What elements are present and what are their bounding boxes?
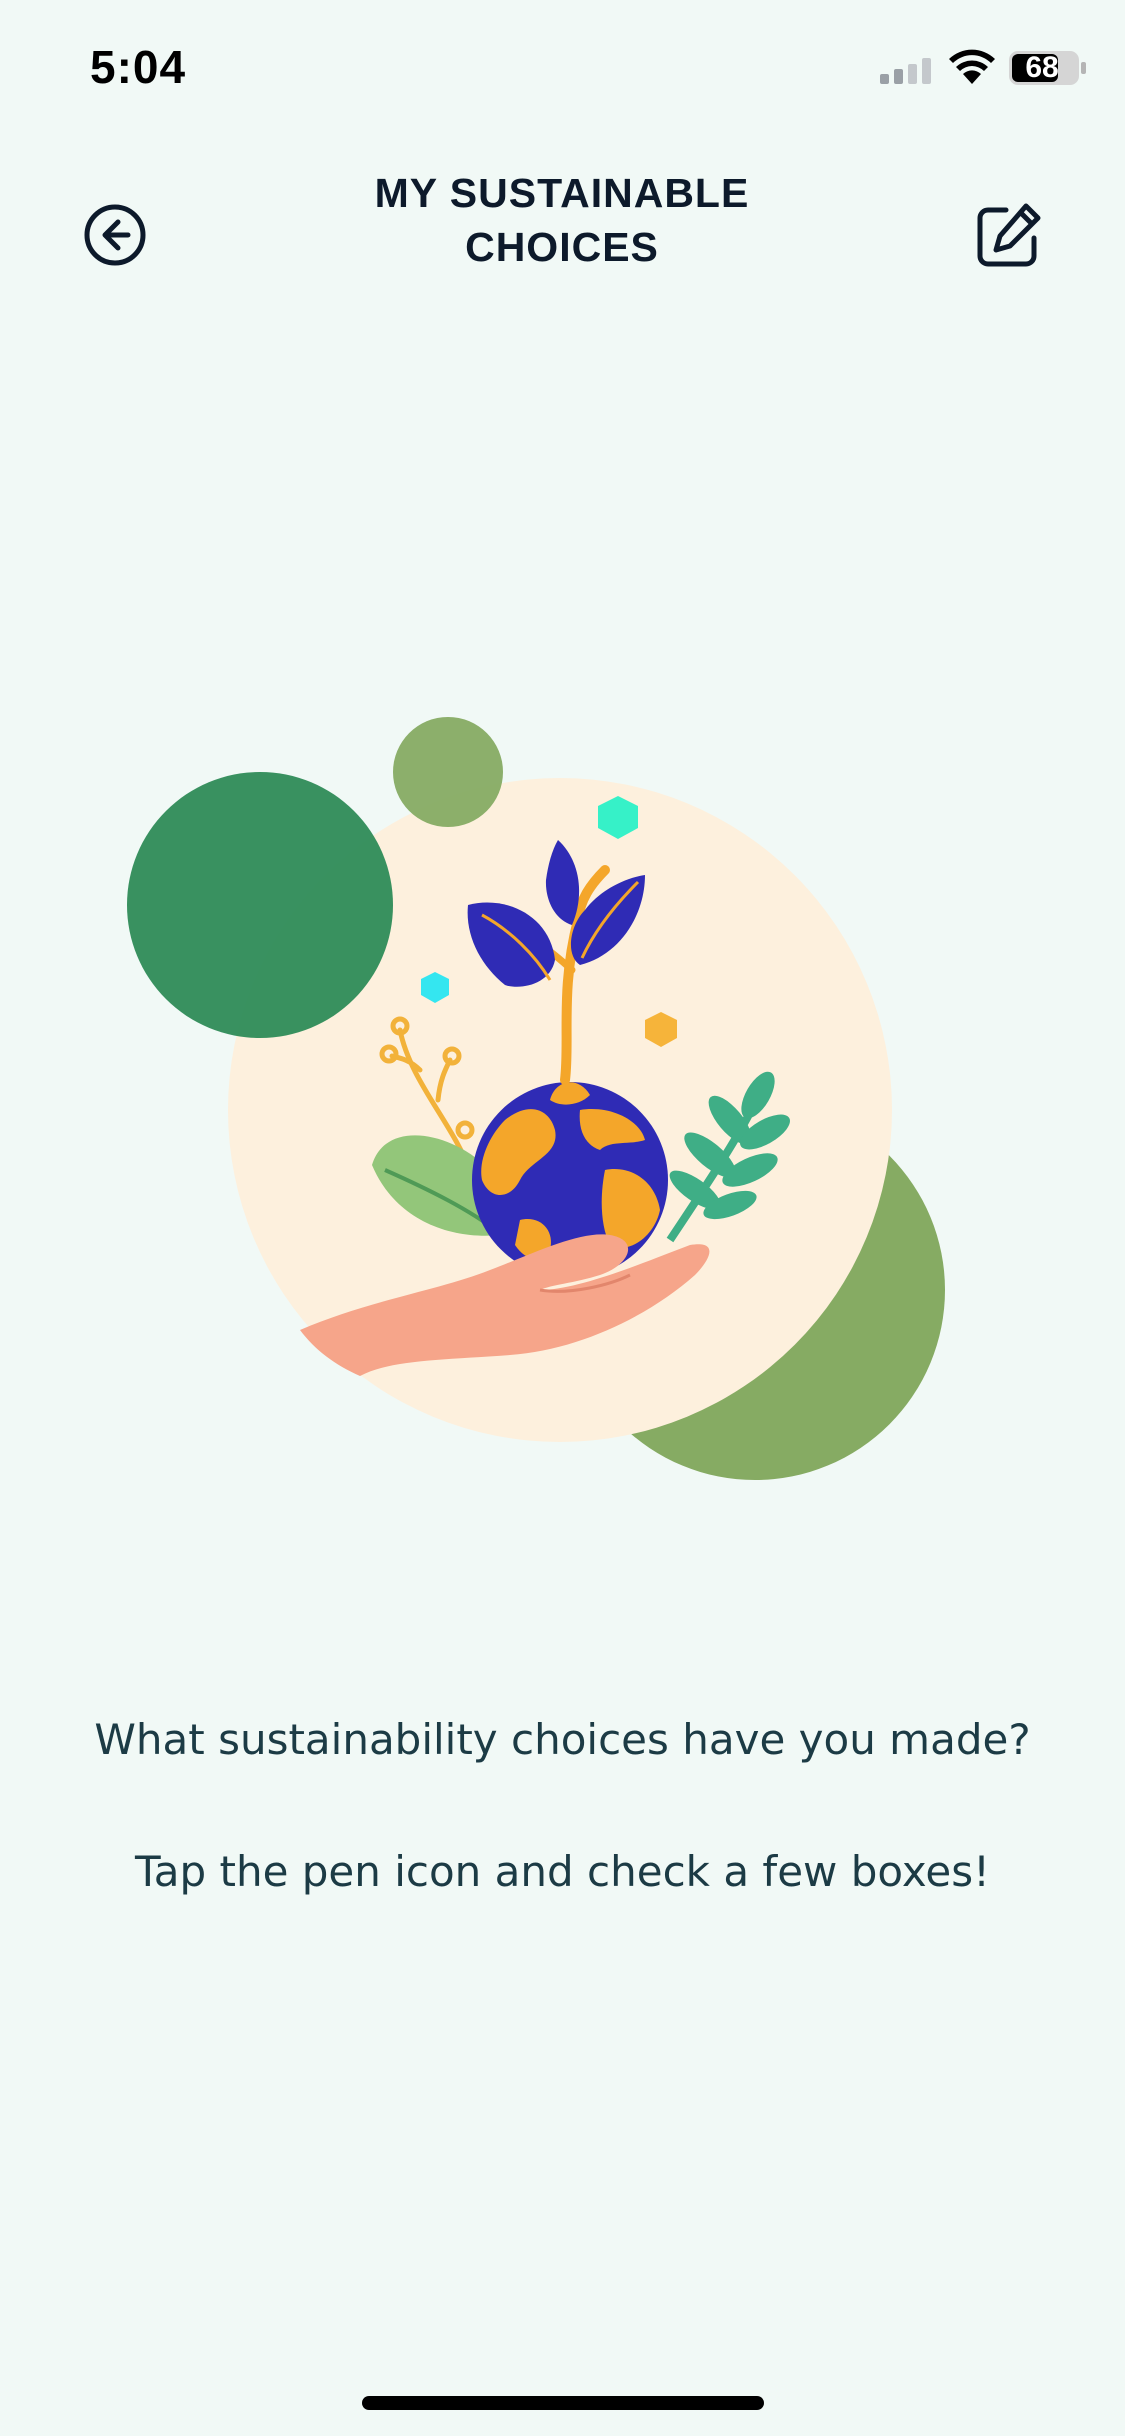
home-indicator[interactable] — [362, 2396, 764, 2410]
olive-circle-small — [393, 717, 503, 827]
edit-pen-icon[interactable] — [972, 200, 1044, 272]
empty-state-hint: Tap the pen icon and check a few boxes! — [135, 1847, 990, 1896]
status-bar: 5:04 68 — [0, 0, 1125, 140]
signal-icon — [880, 58, 931, 84]
empty-state-prompt: What sustainability choices have you mad… — [94, 1715, 1031, 1764]
battery-level: 68 — [1025, 51, 1059, 84]
header: MY SUSTAINABLE CHOICES — [0, 150, 1125, 280]
status-time: 5:04 — [90, 41, 187, 93]
wifi-icon — [949, 49, 995, 84]
hand-holding-earth-with-plant-illustration — [127, 717, 945, 1480]
back-arrow-circle-icon[interactable] — [82, 202, 148, 268]
page-title: MY SUSTAINABLE CHOICES — [374, 170, 750, 270]
green-circle — [127, 772, 393, 1038]
